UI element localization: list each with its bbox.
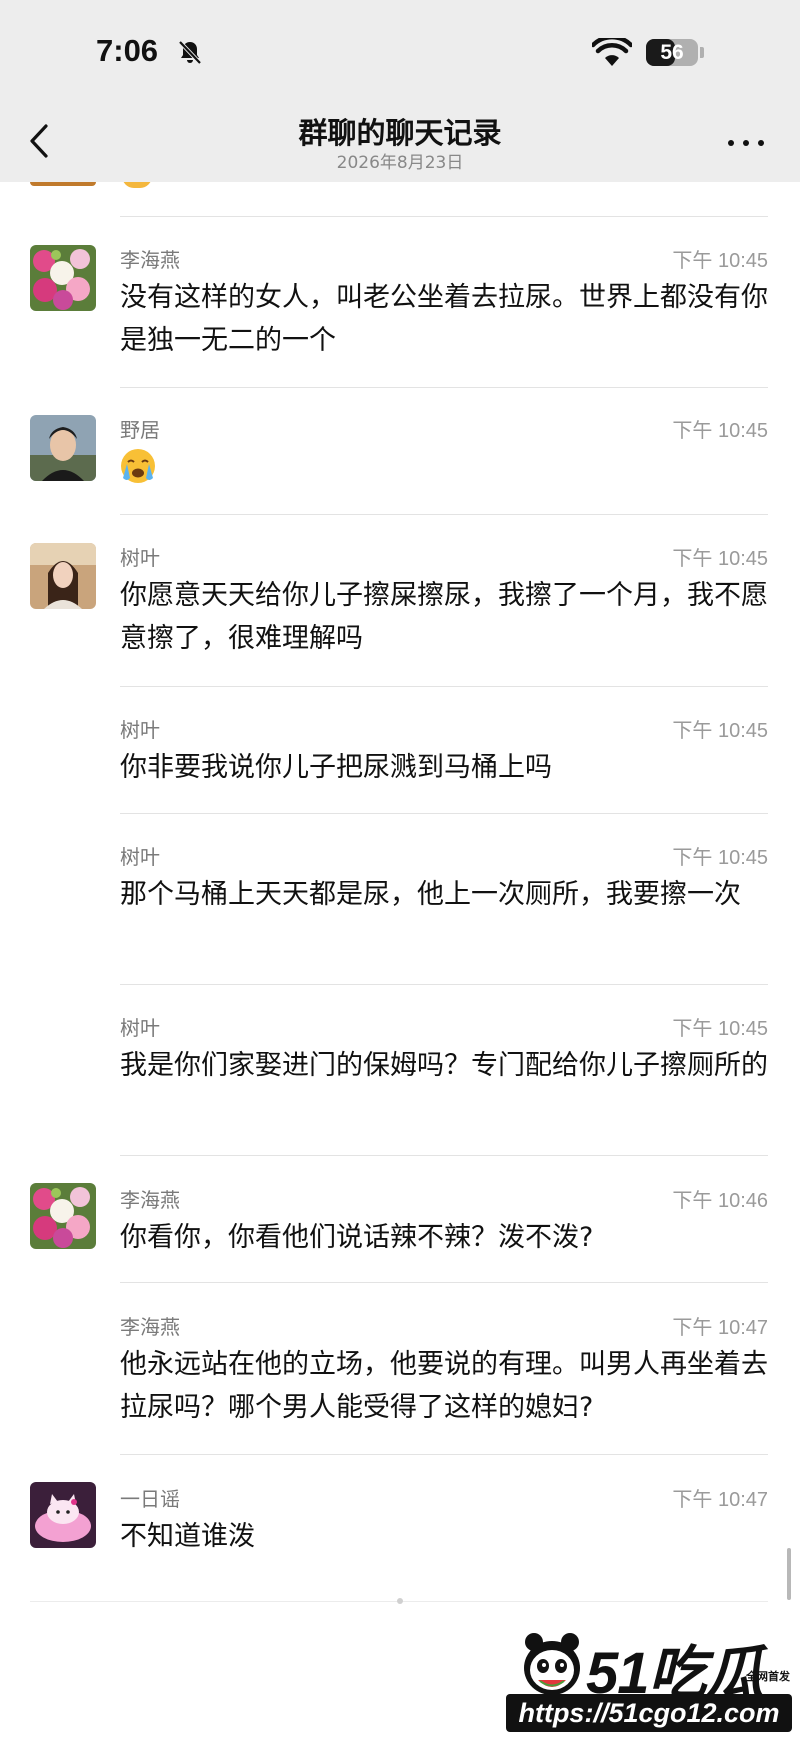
message-text: 那个马桶上天天都是尿，他上一次厕所，我要擦一次 [120, 879, 741, 910]
pink-cat-toy-icon [30, 1482, 96, 1548]
battery-percent: 56 [660, 41, 684, 64]
young-woman-photo-icon [30, 543, 96, 609]
sender-name: 树叶 [120, 546, 160, 570]
avatar[interactable] [30, 1482, 96, 1548]
watermark-url: https://51cgo12.com [506, 1694, 792, 1732]
message-divider [120, 514, 768, 515]
watermark-mascot-icon [524, 1633, 580, 1695]
message-time: 下午 10:45 [672, 1018, 768, 1040]
flower-bouquet-icon [30, 245, 96, 311]
message-divider [120, 216, 768, 217]
message-time: 下午 10:45 [672, 420, 768, 442]
sender-name: 野居 [120, 418, 160, 442]
wifi-icon [592, 38, 632, 66]
message-time: 下午 10:46 [672, 1190, 768, 1212]
avatar[interactable] [30, 1183, 96, 1249]
message-text: 没有这样的女人，叫老公坐着去拉尿。世界上都没有你是独一无二的一个 [120, 282, 768, 356]
sender-name: 李海燕 [120, 1315, 180, 1339]
loudly-crying-face-icon [121, 449, 155, 483]
message-text: 你看你，你看他们说话辣不辣？泼不泼? [120, 1222, 594, 1253]
message-time: 下午 10:47 [672, 1317, 768, 1339]
sender-name: 李海燕 [120, 248, 180, 272]
message-text: 我是你们家娶进门的保姆吗？专门配给你儿子擦厕所的 [120, 1050, 768, 1081]
watermark-tag: 全网首发 [746, 1670, 790, 1683]
message-time: 下午 10:45 [672, 548, 768, 570]
more-options-button[interactable] [726, 127, 766, 157]
sender-name: 树叶 [120, 718, 160, 742]
flower-bouquet-icon [30, 1183, 96, 1249]
bell-muted-icon [178, 40, 202, 65]
message-divider [120, 1155, 768, 1156]
message-divider [120, 686, 768, 687]
sender-name: 李海燕 [120, 1188, 180, 1212]
battery-icon: 56 [646, 39, 698, 66]
young-man-photo-icon [30, 415, 96, 481]
avatar[interactable] [30, 543, 96, 609]
message-time: 下午 10:45 [672, 847, 768, 869]
battery-cap [700, 47, 704, 58]
page-title: 群聊的聊天记录 [298, 116, 502, 150]
sender-name: 树叶 [120, 1016, 160, 1040]
message-text: 不知道谁泼 [120, 1521, 255, 1552]
message-time: 下午 10:47 [672, 1489, 768, 1511]
page-indicator-dot [397, 1598, 403, 1604]
status-time: 7:06 [96, 33, 159, 68]
page-subtitle-date: 2026年8月23日 [336, 153, 464, 173]
avatar[interactable] [30, 415, 96, 481]
message-divider [120, 1282, 768, 1283]
avatar[interactable] [30, 245, 96, 311]
message-text: 你非要我说你儿子把尿溅到马桶上吗 [120, 752, 552, 783]
message-time: 下午 10:45 [672, 720, 768, 742]
message-divider [120, 984, 768, 985]
navigation-bar: 7:06 56 群聊的聊天记录 2026年8月23日 [0, 0, 800, 182]
sender-name: 一日谣 [120, 1487, 180, 1511]
scrollbar-thumb[interactable] [787, 1548, 791, 1600]
message-divider [120, 387, 768, 388]
message-text: 你愿意天天给你儿子擦屎擦尿，我擦了一个月，我不愿意擦了，很难理解吗 [120, 580, 768, 654]
message-divider [120, 813, 768, 814]
message-divider [120, 1454, 768, 1455]
message-time: 下午 10:45 [672, 250, 768, 272]
sender-name: 树叶 [120, 845, 160, 869]
message-text: 他永远站在他的立场，他要说的有理。叫男人再坐着去拉尿吗？哪个男人能受得了这样的媳… [120, 1349, 768, 1423]
